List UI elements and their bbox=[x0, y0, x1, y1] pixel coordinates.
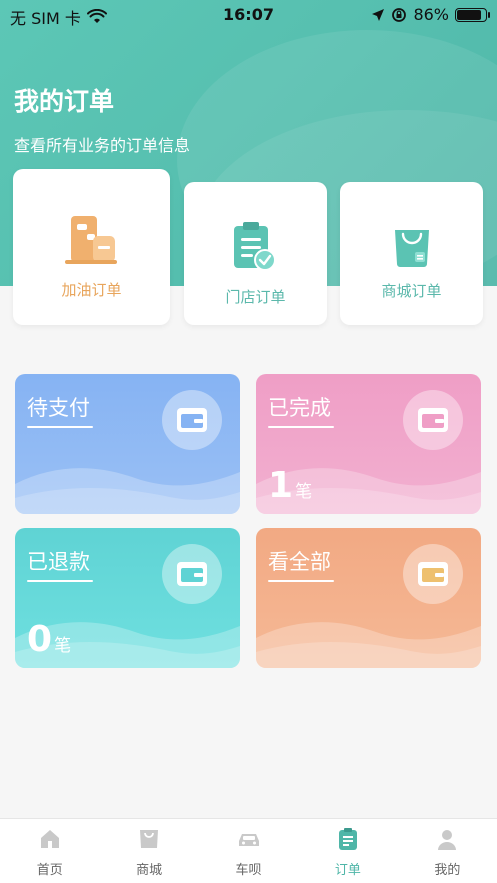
order-count: 1笔 bbox=[268, 465, 312, 506]
wallet-icon bbox=[418, 562, 448, 586]
page-title: 我的订单 bbox=[14, 87, 115, 116]
store-order-card[interactable]: 门店订单 bbox=[184, 182, 327, 325]
wallet-icon-circle bbox=[403, 544, 463, 604]
status-title: 看全部 bbox=[268, 550, 331, 574]
page-subtitle: 查看所有业务的订单信息 bbox=[14, 136, 191, 155]
status-title: 待支付 bbox=[27, 396, 90, 420]
wallet-icon-circle bbox=[162, 390, 222, 450]
title-underline bbox=[268, 580, 334, 582]
car-icon bbox=[238, 834, 259, 846]
home-icon bbox=[40, 830, 59, 848]
bottom-tab-bar: 首页 商城 车呗 订单 我的 bbox=[0, 818, 497, 883]
order-count: 0笔 bbox=[27, 619, 71, 660]
tab-label: 车呗 bbox=[235, 863, 262, 878]
bag-icon bbox=[140, 830, 159, 848]
wallet-icon-circle bbox=[162, 544, 222, 604]
title-underline bbox=[27, 580, 93, 582]
user-icon bbox=[438, 830, 457, 850]
fuel-store-icon bbox=[65, 216, 117, 264]
status-title: 已完成 bbox=[268, 396, 331, 420]
fuel-order-card[interactable]: 加油订单 bbox=[13, 169, 170, 325]
title-underline bbox=[27, 426, 93, 428]
tab-label: 我的 bbox=[434, 863, 461, 878]
count-unit: 笔 bbox=[54, 636, 72, 656]
tab-label: 商城 bbox=[136, 863, 163, 878]
pending-payment-card[interactable]: 待支付 bbox=[15, 374, 240, 514]
mall-order-label: 商城订单 bbox=[381, 282, 442, 300]
refunded-card[interactable]: 已退款 0笔 bbox=[15, 528, 240, 668]
clipboard-check-icon bbox=[234, 222, 276, 271]
tab-home[interactable]: 首页 bbox=[0, 819, 99, 883]
battery-percent: 86% bbox=[413, 5, 449, 24]
shopping-bag-icon bbox=[395, 230, 429, 267]
status-bar: 无 SIM 卡 16:07 86% bbox=[0, 0, 497, 30]
fuel-order-label: 加油订单 bbox=[61, 281, 122, 299]
location-arrow-icon bbox=[372, 8, 385, 21]
count-unit: 笔 bbox=[295, 482, 313, 502]
order-icon bbox=[338, 828, 357, 850]
mall-order-card[interactable]: 商城订单 bbox=[340, 182, 483, 325]
count-number: 0 bbox=[27, 619, 53, 660]
battery-icon bbox=[455, 7, 490, 22]
tab-mall[interactable]: 商城 bbox=[99, 819, 198, 883]
title-underline bbox=[268, 426, 334, 428]
tab-label: 首页 bbox=[36, 863, 63, 878]
wallet-icon bbox=[177, 408, 207, 432]
tab-car[interactable]: 车呗 bbox=[199, 819, 298, 883]
count-number: 1 bbox=[268, 465, 294, 506]
tab-orders[interactable]: 订单 bbox=[298, 819, 397, 883]
tab-mine[interactable]: 我的 bbox=[398, 819, 497, 883]
wave-decoration bbox=[256, 622, 481, 668]
wave-decoration bbox=[15, 468, 240, 514]
wallet-icon bbox=[177, 562, 207, 586]
tab-label: 订单 bbox=[334, 863, 361, 878]
status-title: 已退款 bbox=[27, 550, 90, 574]
view-all-card[interactable]: 看全部 bbox=[256, 528, 481, 668]
wallet-icon-circle bbox=[403, 390, 463, 450]
wallet-icon bbox=[418, 408, 448, 432]
completed-card[interactable]: 已完成 1笔 bbox=[256, 374, 481, 514]
store-order-label: 门店订单 bbox=[225, 288, 286, 306]
rotation-lock-icon bbox=[392, 7, 407, 22]
